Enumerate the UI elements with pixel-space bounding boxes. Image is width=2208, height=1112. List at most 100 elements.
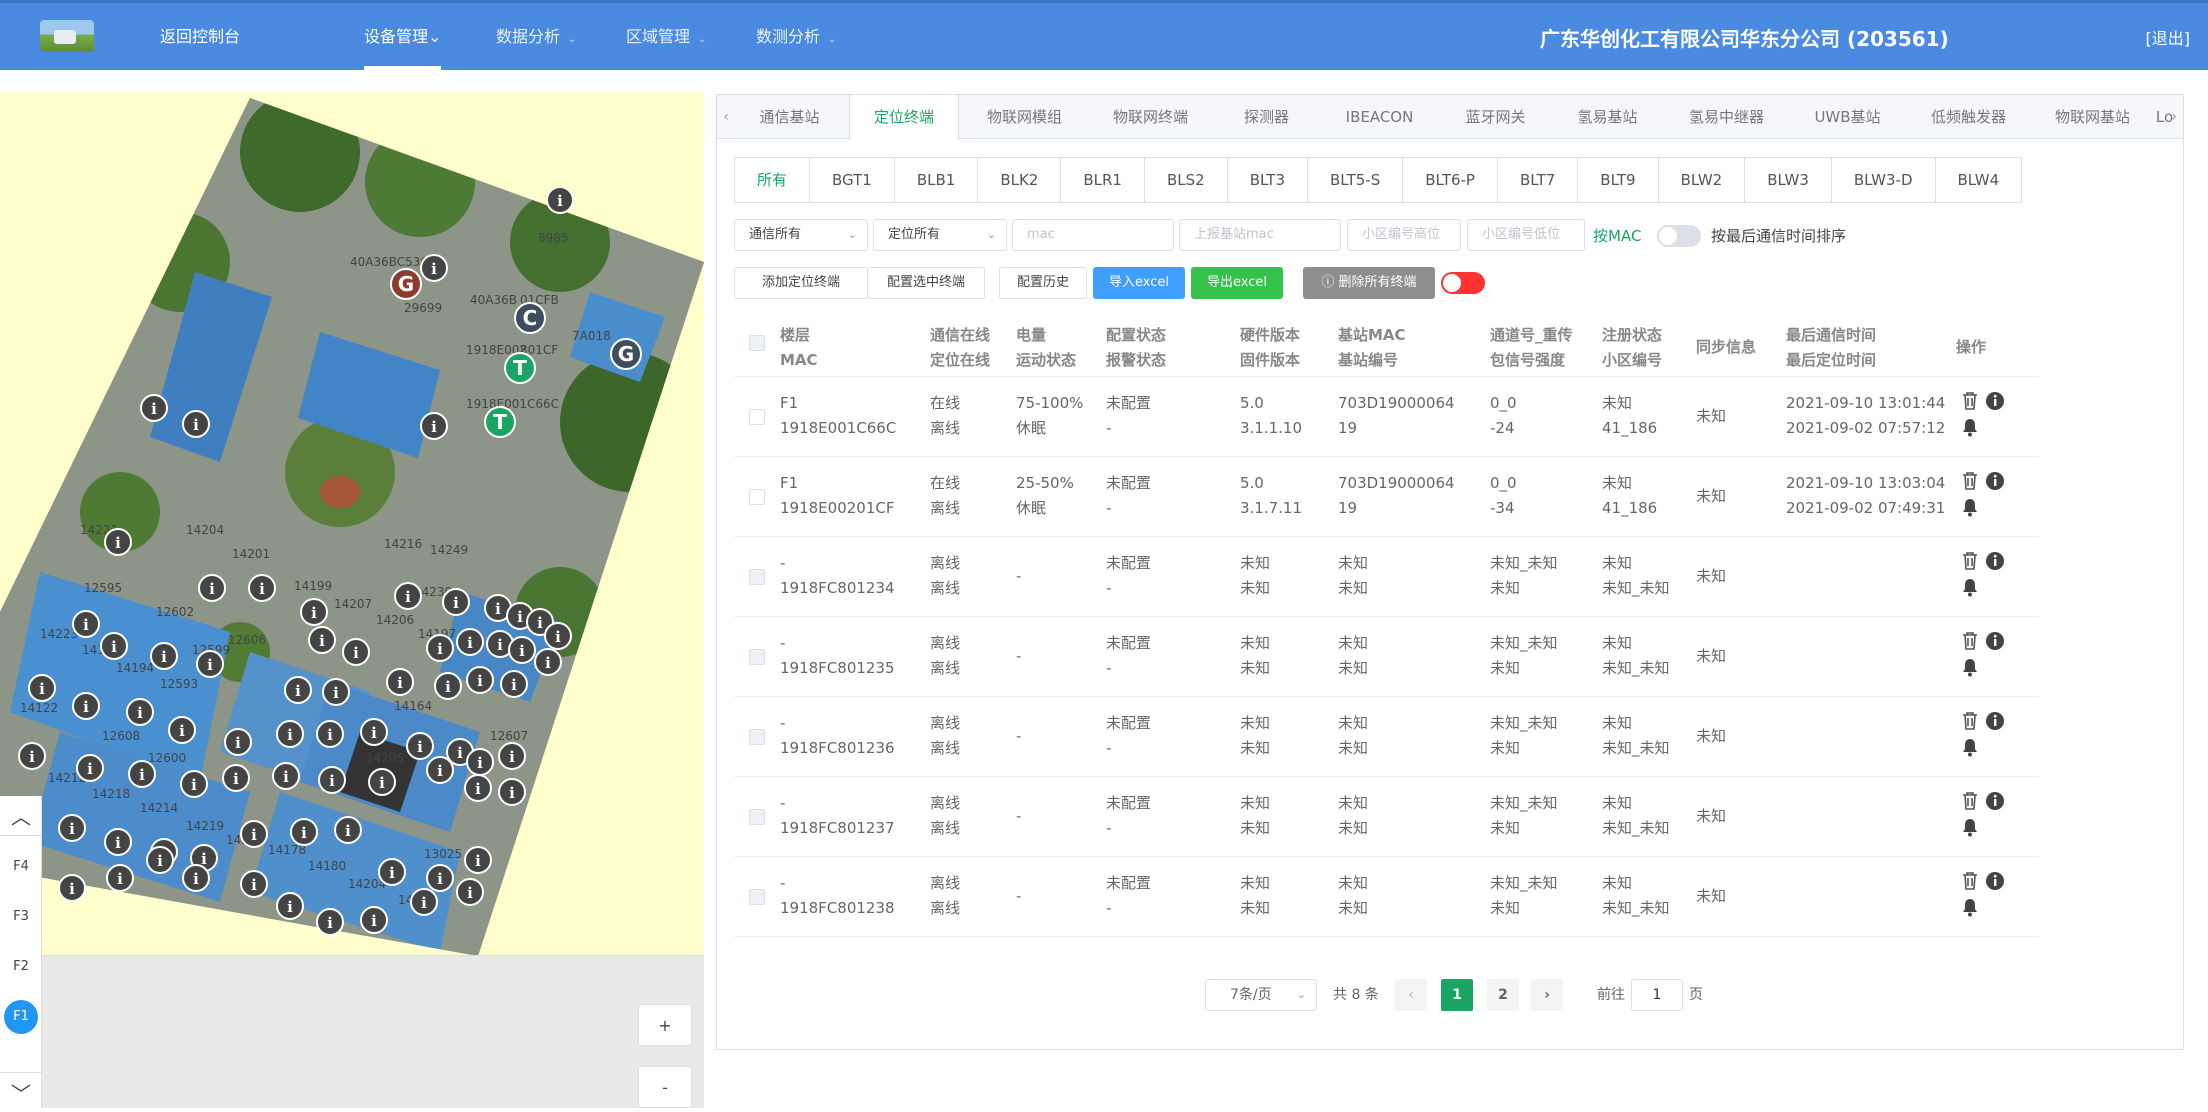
- page-size-select[interactable]: 7条/页 ⌄: [1205, 979, 1317, 1011]
- danger-toggle[interactable]: [1441, 272, 1485, 294]
- model-tab[interactable]: BLW3: [1745, 158, 1832, 202]
- bell-icon[interactable]: [1961, 497, 1979, 517]
- bell-icon[interactable]: [1961, 417, 1979, 437]
- floor-f4[interactable]: F4: [4, 850, 38, 884]
- table-row[interactable]: -1918FC801238 离线 离线 - 未配置 - 未知 未知 未知 未知 未知_未知 未知 未知未…: [734, 857, 2038, 937]
- select-all-checkbox[interactable]: [749, 335, 765, 351]
- loc-status-select[interactable]: 定位所有 ⌄: [873, 219, 1007, 251]
- chevron-left-icon[interactable]: ‹: [717, 95, 735, 139]
- base-mac-input[interactable]: 上报基站mac: [1179, 219, 1341, 251]
- trash-icon[interactable]: [1961, 871, 1979, 891]
- info-icon[interactable]: [1985, 871, 2005, 891]
- delete-all-button[interactable]: ⓘ 删除所有终端: [1303, 267, 1435, 299]
- nav-device-management[interactable]: 设备管理⌄: [364, 3, 442, 70]
- config-selected-button[interactable]: 配置选中终端: [867, 267, 985, 299]
- nav-area-management[interactable]: 区域管理 ⌄: [626, 3, 706, 70]
- chevron-down-icon[interactable]: ﹀: [0, 1072, 42, 1112]
- tab-comm-base[interactable]: 通信基站: [735, 95, 845, 139]
- comm-status-select[interactable]: 通信所有 ⌄: [734, 219, 868, 251]
- tab-iot-base[interactable]: 物联网基站: [2031, 95, 2155, 139]
- nav-data-analysis[interactable]: 数据分析 ⌄: [496, 3, 576, 70]
- mac-input[interactable]: mac: [1012, 219, 1174, 251]
- row-checkbox[interactable]: [749, 409, 765, 425]
- bell-icon[interactable]: [1961, 897, 1979, 917]
- export-excel-button[interactable]: 导出excel: [1191, 267, 1283, 299]
- nav-measure-analysis[interactable]: 数测分析 ⌄: [756, 3, 836, 70]
- trash-icon[interactable]: [1961, 631, 1979, 651]
- bell-icon[interactable]: [1961, 577, 1979, 597]
- tab-lf-trigger[interactable]: 低频触发器: [1907, 95, 2031, 139]
- zoom-in-button[interactable]: +: [638, 1004, 692, 1046]
- cell-high-input[interactable]: 小区编号高位: [1347, 219, 1461, 251]
- model-tab[interactable]: BLT7: [1497, 158, 1579, 202]
- bell-icon[interactable]: [1961, 737, 1979, 757]
- page-2-button[interactable]: 2: [1487, 979, 1519, 1011]
- trash-icon[interactable]: [1961, 711, 1979, 731]
- info-icon[interactable]: [1985, 551, 2005, 571]
- row-checkbox[interactable]: [749, 889, 765, 905]
- trash-icon[interactable]: [1961, 471, 1979, 491]
- model-tab-all[interactable]: 所有: [735, 158, 811, 202]
- tab-ibeacon[interactable]: IBEACON: [1321, 95, 1439, 139]
- table-row[interactable]: -1918FC801235 离线 离线 - 未配置 - 未知 未知 未知 未知 未知_未知 未知 未知未…: [734, 617, 2038, 697]
- logout-link[interactable]: [退出]: [2146, 3, 2191, 70]
- page-1-button[interactable]: 1: [1441, 979, 1473, 1011]
- chevron-up-icon[interactable]: ︿: [0, 796, 42, 836]
- row-checkbox[interactable]: [749, 649, 765, 665]
- model-tab[interactable]: BLT5-S: [1308, 158, 1404, 202]
- tab-iot-terminal[interactable]: 物联网终端: [1089, 95, 1213, 139]
- row-checkbox[interactable]: [749, 569, 765, 585]
- model-tab[interactable]: BGT1: [810, 158, 895, 202]
- tab-detector[interactable]: 探测器: [1215, 95, 1319, 139]
- model-tab[interactable]: BLK2: [978, 158, 1062, 202]
- model-tab[interactable]: BLW2: [1658, 158, 1746, 202]
- tab-hydrogen-relay[interactable]: 氢易中继器: [1665, 95, 1789, 139]
- model-tab[interactable]: BLR1: [1061, 158, 1145, 202]
- model-tab[interactable]: BLW3-D: [1831, 158, 1936, 202]
- row-checkbox[interactable]: [749, 729, 765, 745]
- tab-locator-terminal[interactable]: 定位终端: [849, 95, 959, 140]
- model-tab[interactable]: BLT9: [1578, 158, 1659, 202]
- table-row[interactable]: -1918FC801237 离线 离线 - 未配置 - 未知 未知 未知 未知 未知_未知 未知 未知未…: [734, 777, 2038, 857]
- chevron-right-icon[interactable]: ›: [2165, 95, 2183, 139]
- trash-icon[interactable]: [1961, 791, 1979, 811]
- import-excel-button[interactable]: 导入excel: [1093, 267, 1185, 299]
- next-page-button[interactable]: ›: [1531, 979, 1563, 1011]
- trash-icon[interactable]: [1961, 551, 1979, 571]
- trash-icon[interactable]: [1961, 391, 1979, 411]
- goto-page-input[interactable]: 1: [1631, 979, 1683, 1011]
- site-map[interactable]: 40A36BC536B8 8985 29699 40A36B 01CFB 191…: [0, 92, 704, 956]
- table-row[interactable]: -1918FC801234 离线 离线 - 未配置 - 未知 未知 未知 未知 未知_未知 未知 未知未…: [734, 537, 2038, 617]
- config-history-button[interactable]: 配置历史: [999, 267, 1087, 299]
- add-terminal-button[interactable]: 添加定位终端: [734, 267, 868, 299]
- tab-bt-gateway[interactable]: 蓝牙网关: [1441, 95, 1551, 139]
- tab-iot-module[interactable]: 物联网模组: [963, 95, 1087, 139]
- table-row[interactable]: F1 1918E001C66C 在线 离线 75-100% 休眠 未配置 - 5.0 3.1.1.…: [734, 377, 2038, 457]
- table-row[interactable]: F1 1918E00201CF 在线 离线 25-50% 休眠 未配置 - 5.0 3.1.7.1…: [734, 457, 2038, 537]
- info-icon[interactable]: [1985, 471, 2005, 491]
- model-tab[interactable]: BLS2: [1144, 158, 1228, 202]
- floor-f3[interactable]: F3: [4, 900, 38, 934]
- bell-icon[interactable]: [1961, 657, 1979, 677]
- floor-f1[interactable]: F1: [4, 1000, 38, 1034]
- info-icon[interactable]: [1985, 391, 2005, 411]
- back-to-console-link[interactable]: 返回控制台: [160, 3, 240, 70]
- row-checkbox[interactable]: [749, 489, 765, 505]
- model-tab[interactable]: BLT3: [1227, 158, 1308, 202]
- info-icon[interactable]: [1985, 631, 2005, 651]
- model-tab[interactable]: BLB1: [894, 158, 979, 202]
- prev-page-button[interactable]: ‹: [1395, 979, 1427, 1011]
- model-tab[interactable]: BLT6-P: [1403, 158, 1498, 202]
- sort-toggle[interactable]: [1657, 225, 1701, 247]
- tab-uwb-base[interactable]: UWB基站: [1789, 95, 1907, 139]
- info-icon[interactable]: [1985, 711, 2005, 731]
- zoom-out-button[interactable]: -: [638, 1066, 692, 1108]
- table-row[interactable]: -1918FC801236 离线 离线 - 未配置 - 未知 未知 未知 未知 未知_未知 未知 未知未…: [734, 697, 2038, 777]
- model-tab[interactable]: BLW4: [1935, 158, 2022, 202]
- tab-hydrogen-base[interactable]: 氢易基站: [1553, 95, 1663, 139]
- cell-low-input[interactable]: 小区编号低位: [1467, 219, 1585, 251]
- floor-f2[interactable]: F2: [4, 950, 38, 984]
- row-checkbox[interactable]: [749, 809, 765, 825]
- bell-icon[interactable]: [1961, 817, 1979, 837]
- info-icon[interactable]: [1985, 791, 2005, 811]
